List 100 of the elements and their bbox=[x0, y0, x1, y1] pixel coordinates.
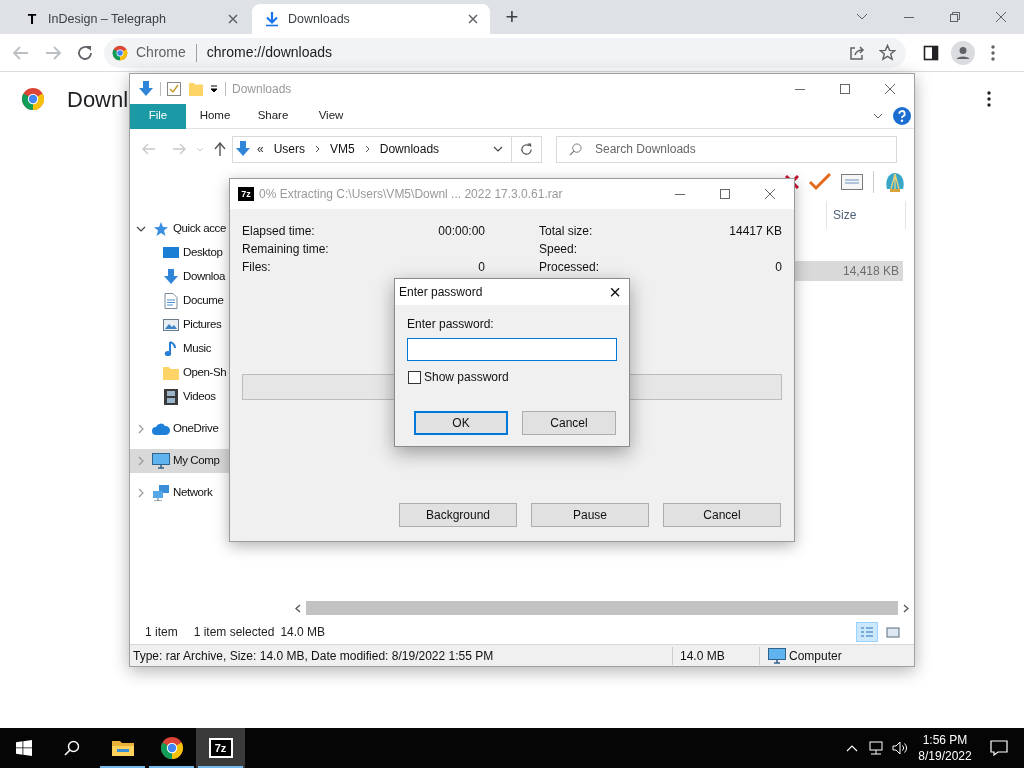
dialog-button[interactable]: OK bbox=[414, 411, 508, 435]
page-title: Downl bbox=[67, 85, 129, 114]
close-icon[interactable] bbox=[468, 14, 478, 24]
maximize-icon[interactable] bbox=[720, 189, 730, 199]
nav-item[interactable]: Pictures bbox=[130, 313, 290, 337]
checkbox-label: Show password bbox=[424, 369, 509, 386]
reload-icon[interactable] bbox=[76, 43, 94, 62]
checkmark-icon[interactable] bbox=[809, 173, 831, 191]
close-icon[interactable] bbox=[765, 189, 775, 199]
site-chip-label: Chrome bbox=[136, 43, 186, 62]
chevron-down-icon[interactable] bbox=[873, 113, 883, 119]
maximize-icon[interactable] bbox=[840, 84, 850, 94]
pictures-icon bbox=[163, 318, 179, 332]
help-icon[interactable] bbox=[893, 107, 911, 125]
network-icon[interactable] bbox=[868, 740, 884, 756]
column-header[interactable]: Size bbox=[826, 201, 906, 229]
shell-icon[interactable] bbox=[884, 171, 906, 193]
monitor-icon bbox=[152, 453, 170, 469]
location-label: Computer bbox=[789, 647, 842, 665]
download-arrow-icon bbox=[235, 140, 251, 158]
stat-label: Elapsed time: bbox=[242, 223, 315, 240]
tab-title: InDesign – Telegraph bbox=[48, 10, 167, 28]
url-text: chrome://downloads bbox=[206, 43, 334, 62]
close-icon[interactable] bbox=[885, 84, 895, 94]
details-view-icon bbox=[858, 624, 876, 640]
chevron-up-icon[interactable] bbox=[846, 744, 858, 752]
dialog-button[interactable]: Background bbox=[399, 503, 517, 527]
nav-item[interactable]: Videos bbox=[130, 385, 290, 409]
menu-icon[interactable] bbox=[987, 91, 991, 107]
close-icon[interactable] bbox=[228, 14, 238, 24]
star-icon[interactable] bbox=[879, 44, 896, 61]
chevron-right-icon[interactable] bbox=[903, 603, 909, 613]
stat-value: 0 bbox=[775, 259, 782, 276]
stat-value: 14417 KB bbox=[729, 223, 782, 240]
stat-value: 00:00:00 bbox=[438, 223, 485, 240]
address-bar[interactable]: « Users VM5 Downloads bbox=[232, 135, 512, 163]
breadcrumb-item[interactable]: Users bbox=[273, 140, 306, 158]
stat-value: 0 bbox=[478, 259, 485, 276]
refresh-button[interactable] bbox=[512, 135, 542, 163]
windows-logo-icon bbox=[16, 740, 32, 756]
star-icon bbox=[153, 221, 169, 237]
chevron-down-icon[interactable] bbox=[136, 224, 146, 234]
search-icon bbox=[64, 740, 80, 756]
download-arrow-icon bbox=[138, 81, 154, 97]
dialog-button[interactable]: Cancel bbox=[522, 411, 616, 435]
chevron-left-icon[interactable] bbox=[295, 603, 301, 613]
breadcrumb-item[interactable]: Downloads bbox=[379, 140, 440, 158]
password-field[interactable] bbox=[407, 338, 617, 361]
window-title: Downloads bbox=[232, 81, 292, 98]
new-tab-button[interactable]: + bbox=[498, 4, 526, 30]
address-bar[interactable]: Chrome chrome://downloads bbox=[104, 37, 906, 68]
properties-icon[interactable] bbox=[167, 82, 181, 96]
profile-avatar-icon[interactable] bbox=[951, 40, 975, 65]
file-size: 14,418 KB bbox=[842, 263, 899, 280]
breadcrumb-item[interactable]: VM5 bbox=[330, 140, 355, 158]
scrollbar-thumb[interactable] bbox=[306, 601, 898, 615]
volume-icon[interactable] bbox=[892, 740, 908, 756]
ribbon-tab[interactable]: Share bbox=[244, 103, 302, 129]
stat-label: Remaining time: bbox=[242, 241, 329, 258]
nav-label: Downloa bbox=[183, 269, 225, 285]
ribbon-tab[interactable]: Home bbox=[186, 103, 244, 129]
search-field[interactable]: Search Downloads bbox=[556, 135, 897, 163]
menu-icon[interactable] bbox=[991, 44, 995, 61]
dialog-button[interactable]: Pause bbox=[531, 503, 649, 527]
up-arrow-icon[interactable] bbox=[214, 142, 226, 156]
clock[interactable]: 1:56 PM 8/19/2022 bbox=[914, 732, 976, 764]
film-icon bbox=[164, 389, 178, 405]
breadcrumb-overflow[interactable]: « bbox=[257, 140, 264, 158]
network-icon bbox=[152, 485, 170, 501]
side-panel-icon[interactable] bbox=[923, 44, 939, 61]
stat-label: Total size: bbox=[539, 223, 593, 240]
file-details: Type: rar Archive, Size: 14.0 MB, Date modified: 8/19/2022 1:55 PM bbox=[132, 647, 495, 665]
close-button[interactable]: × bbox=[609, 282, 621, 302]
file-size-total: 14.0 MB bbox=[679, 647, 726, 665]
nav-label: Docume bbox=[183, 293, 224, 309]
nav-item[interactable]: Music bbox=[130, 337, 290, 361]
archive-app-icon: 7z bbox=[238, 187, 254, 201]
notification-icon[interactable] bbox=[990, 740, 1008, 756]
nav-item[interactable]: Open-Sh bbox=[130, 361, 290, 385]
item-count: 1 item bbox=[145, 624, 178, 641]
refresh-icon bbox=[520, 142, 533, 156]
nav-label: Videos bbox=[183, 389, 216, 405]
chevron-down-icon[interactable] bbox=[493, 146, 503, 152]
chevron-down-icon[interactable] bbox=[856, 13, 868, 21]
checkbox[interactable] bbox=[408, 370, 421, 384]
ribbon-tab[interactable]: View bbox=[302, 103, 360, 129]
dropdown-icon[interactable] bbox=[209, 84, 219, 94]
restore-icon[interactable] bbox=[950, 12, 960, 22]
nav-item[interactable]: OneDrive bbox=[130, 417, 290, 441]
browser-tab[interactable]: T InDesign – Telegraph bbox=[12, 4, 250, 34]
card-icon[interactable] bbox=[841, 174, 863, 190]
nav-label: OneDrive bbox=[173, 421, 219, 437]
share-icon[interactable] bbox=[849, 44, 865, 61]
nav-item[interactable]: Network bbox=[130, 481, 290, 505]
taskbar-app[interactable]: 7z bbox=[196, 728, 245, 768]
close-icon[interactable] bbox=[996, 12, 1006, 22]
browser-tab[interactable]: Downloads bbox=[252, 4, 490, 34]
desktop-icon bbox=[163, 246, 179, 260]
nav-item[interactable]: Docume bbox=[130, 289, 290, 313]
dialog-button[interactable]: Cancel bbox=[663, 503, 781, 527]
